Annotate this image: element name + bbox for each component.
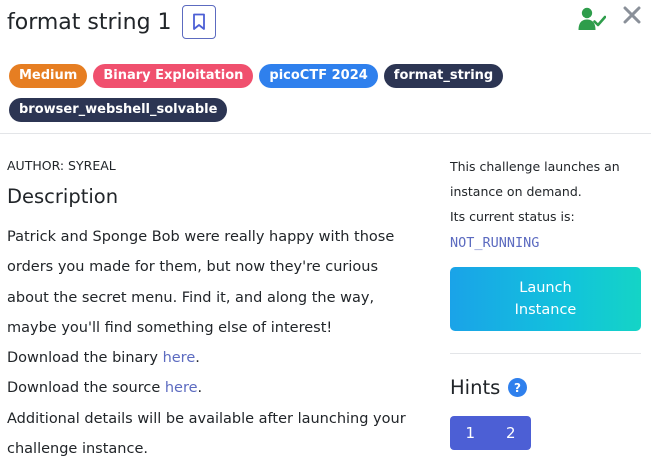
- tag-row: browser_webshell_solvable: [9, 98, 529, 122]
- description-body: Patrick and Sponge Bob were really happy…: [7, 222, 427, 464]
- instance-info: Its current status is:: [450, 209, 575, 224]
- description-line: maybe you'll find something else of inte…: [7, 319, 333, 336]
- close-icon[interactable]: [621, 4, 643, 26]
- download-binary-text: Download the binary: [7, 350, 163, 367]
- download-binary-link[interactable]: here: [163, 350, 196, 366]
- tag-list: Medium Binary Exploitation picoCTF 2024 …: [9, 64, 529, 132]
- bookmark-button[interactable]: [181, 5, 216, 39]
- launch-label: Instance: [514, 302, 577, 318]
- tag-event[interactable]: picoCTF 2024: [259, 64, 378, 88]
- download-source-link[interactable]: here: [165, 380, 198, 396]
- instance-info: instance on demand.: [450, 184, 582, 199]
- tag-category[interactable]: Binary Exploitation: [93, 64, 254, 88]
- hint-1-button[interactable]: 1: [450, 416, 491, 450]
- tag-row: Medium Binary Exploitation picoCTF 2024 …: [9, 64, 529, 88]
- description-panel: AUTHOR: SYREAL Description Patrick and S…: [7, 150, 427, 464]
- challenge-page: format string 1 Medium Binary Exploitati…: [0, 0, 651, 466]
- hint-buttons: 1 2: [450, 416, 531, 450]
- download-source-text: Download the source: [7, 380, 165, 397]
- user-check-icon: [578, 7, 606, 30]
- launch-label: Launch: [519, 280, 572, 296]
- additional-details: Additional details will be available aft…: [7, 410, 406, 427]
- download-source: Download the source here.: [7, 373, 427, 403]
- tag-format-string[interactable]: format_string: [383, 64, 504, 88]
- svg-text:?: ?: [514, 381, 521, 395]
- additional-details: challenge instance.: [7, 441, 148, 458]
- page-title: format string 1: [7, 9, 172, 35]
- tag-difficulty[interactable]: Medium: [9, 64, 88, 88]
- tag-webshell[interactable]: browser_webshell_solvable: [9, 98, 228, 122]
- instance-info: This challenge launches an: [450, 159, 620, 174]
- period: .: [195, 350, 200, 367]
- title-row: format string 1: [7, 4, 216, 40]
- launch-instance-button[interactable]: Launch Instance: [450, 267, 641, 331]
- bookmark-icon: [192, 13, 205, 30]
- description-heading: Description: [7, 185, 119, 208]
- download-binary: Download the binary here.: [7, 343, 427, 373]
- section-divider: [0, 133, 651, 134]
- instance-status: NOT_RUNNING: [450, 235, 540, 251]
- description-line: about the secret menu. Find it, and alon…: [7, 289, 375, 306]
- description-line: Patrick and Sponge Bob were really happy…: [7, 229, 395, 245]
- question-circle-icon[interactable]: ?: [508, 377, 528, 397]
- author: AUTHOR: SYREAL: [7, 158, 116, 173]
- period: .: [197, 380, 203, 397]
- hint-2-button[interactable]: 2: [490, 416, 531, 450]
- description-line: orders you made for them, but now they'r…: [7, 259, 379, 276]
- hints-header: Hints ?: [450, 374, 645, 400]
- panel-divider: [450, 353, 641, 354]
- instance-panel: This challenge launches an instance on d…: [450, 154, 645, 450]
- hints-title: Hints: [450, 375, 501, 399]
